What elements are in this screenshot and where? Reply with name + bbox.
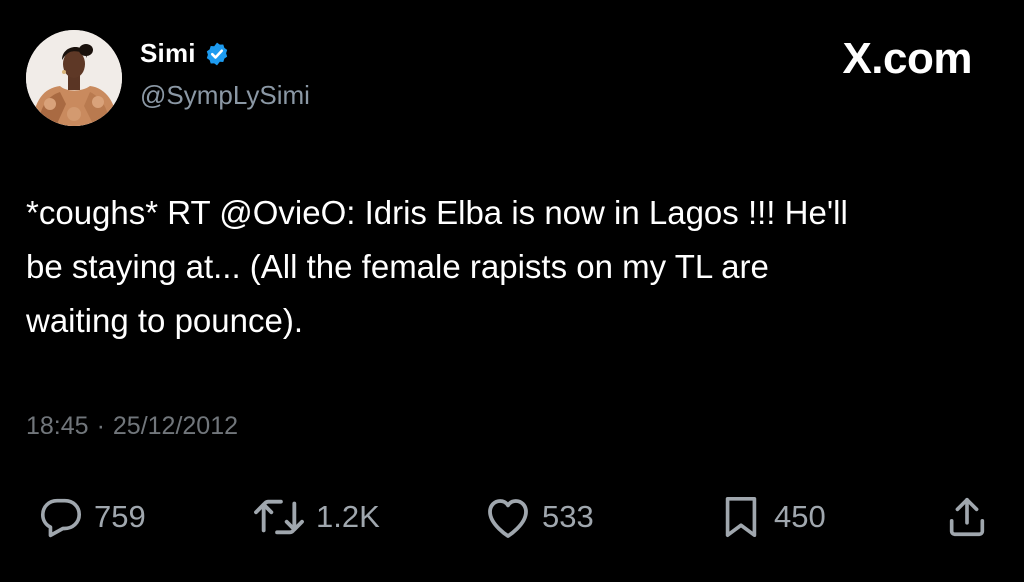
reply-icon	[40, 498, 82, 538]
like-count: 533	[542, 499, 594, 534]
tweet-time: 18:45	[26, 412, 89, 440]
tweet-actions: 759 1.2K 533 450	[0, 490, 1024, 544]
bookmark-icon	[725, 496, 757, 538]
share-icon	[949, 497, 985, 537]
reply-count: 759	[94, 499, 146, 534]
bookmark-button[interactable]: 450	[718, 490, 826, 544]
author-display-name[interactable]: Simi	[140, 38, 196, 69]
share-button[interactable]	[944, 490, 990, 544]
brand-logo: X.com	[842, 34, 972, 83]
author-handle[interactable]: @SympLySimi	[140, 80, 310, 111]
retweet-button[interactable]: 1.2K	[252, 490, 380, 544]
author-name-row[interactable]: Simi	[140, 38, 230, 69]
retweet-icon	[254, 499, 304, 535]
tweet-timestamp[interactable]: 18:45 · 25/12/2012	[26, 412, 238, 441]
heart-icon	[488, 499, 528, 538]
retweet-count: 1.2K	[316, 499, 380, 534]
like-button[interactable]: 533	[484, 490, 594, 544]
bookmark-count: 450	[774, 499, 826, 534]
tweet-text: *coughs* RT @OvieO: Idris Elba is now in…	[26, 194, 848, 339]
verified-badge-icon	[206, 42, 227, 65]
reply-button[interactable]: 759	[38, 490, 146, 544]
avatar[interactable]	[26, 30, 122, 126]
tweet-date: 25/12/2012	[112, 412, 239, 440]
avatar-photo-icon	[26, 30, 122, 126]
tweet-card: Simi @SympLySimi X.com *coughs* RT @Ovie…	[0, 0, 1024, 582]
timestamp-separator: ·	[96, 412, 105, 440]
